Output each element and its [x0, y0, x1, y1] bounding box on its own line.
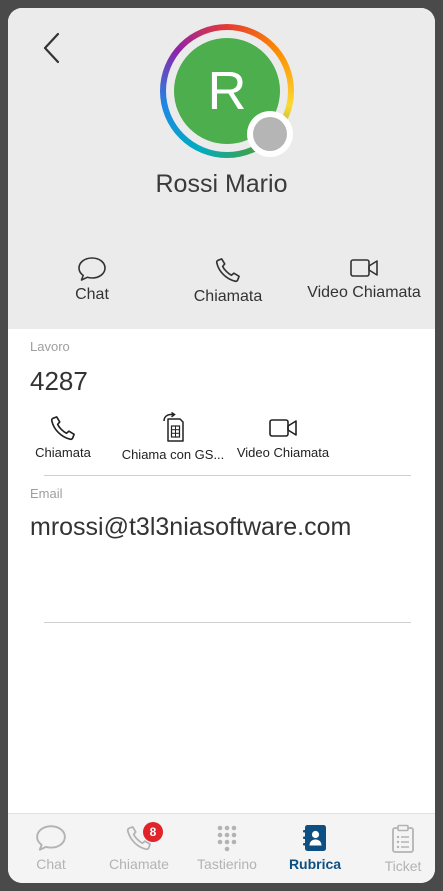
- tab-chiamate-label: Chiamate: [109, 856, 169, 872]
- presence-indicator: [247, 111, 293, 157]
- email-value[interactable]: mrossi@t3l3niasoftware.com: [30, 513, 351, 542]
- clipboard-icon: [392, 824, 414, 853]
- chat-button[interactable]: Chat: [32, 256, 152, 304]
- back-button[interactable]: [36, 30, 68, 66]
- tab-tastierino[interactable]: Tastierino: [184, 824, 270, 872]
- contact-header: R Rossi Mario Chat Chiamata Video Chiama…: [8, 8, 435, 329]
- video-call-button-label: Video Chiamata: [307, 284, 421, 301]
- contact-detail-screen: R Rossi Mario Chat Chiamata Video Chiama…: [8, 8, 435, 883]
- phone-icon: [215, 258, 240, 283]
- video-camera-icon: [269, 419, 297, 437]
- email-label: Email: [30, 486, 63, 501]
- tab-rubrica-label: Rubrica: [288, 856, 342, 872]
- contact-name: Rossi Mario: [155, 170, 288, 198]
- video-call-button[interactable]: Video Chiamata: [304, 256, 424, 302]
- work-video-call-label: Video Chiamata: [236, 445, 330, 460]
- work-video-call-button[interactable]: Video Chiamata: [230, 414, 336, 460]
- work-gsm-call-label: Chiama con GS...: [121, 447, 225, 462]
- contacts-book-icon: [303, 825, 326, 851]
- tab-ticket-label: Ticket: [384, 858, 422, 874]
- chat-button-label: Chat: [75, 286, 109, 303]
- phone-icon: [50, 416, 75, 441]
- chevron-left-icon: [43, 32, 60, 64]
- header-actions: Chat Chiamata Video Chiamata: [8, 256, 435, 329]
- sim-call-icon: [163, 412, 184, 442]
- missed-calls-badge: 8: [143, 822, 163, 842]
- tab-chiamate[interactable]: 8 Chiamate: [96, 822, 182, 872]
- tab-chat-label: Chat: [36, 856, 66, 872]
- tab-ticket[interactable]: Ticket: [360, 824, 435, 874]
- work-call-label: Chiamata: [35, 445, 91, 460]
- chat-bubble-icon: [36, 825, 66, 851]
- call-button[interactable]: Chiamata: [168, 256, 288, 306]
- divider: [44, 475, 411, 476]
- presence-dot: [253, 117, 287, 151]
- tab-tastierino-label: Tastierino: [197, 856, 257, 872]
- bottom-navigation: Chat 8 Chiamate Tastierino Rubrica Ticke…: [8, 813, 435, 883]
- avatar: R: [160, 24, 294, 158]
- work-call-button[interactable]: Chiamata: [18, 414, 108, 460]
- tab-rubrica[interactable]: Rubrica: [272, 824, 358, 872]
- tab-chat[interactable]: Chat: [8, 824, 94, 872]
- video-camera-icon: [350, 259, 378, 277]
- chat-bubble-icon: [78, 257, 106, 281]
- work-number[interactable]: 4287: [30, 366, 88, 397]
- dialpad-icon: [217, 825, 237, 852]
- work-gsm-call-button[interactable]: Chiama con GS...: [116, 412, 230, 462]
- call-button-label: Chiamata: [193, 288, 263, 305]
- divider: [44, 622, 411, 623]
- work-label: Lavoro: [30, 339, 70, 354]
